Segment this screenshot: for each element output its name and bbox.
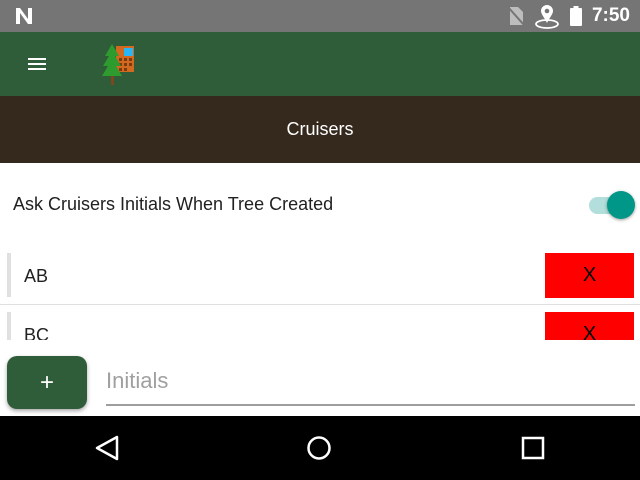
row-accent: [7, 312, 11, 340]
ask-initials-label: Ask Cruisers Initials When Tree Created: [13, 194, 334, 214]
app-toolbar: [0, 32, 640, 96]
row-accent: [7, 253, 11, 297]
status-time: 7:50: [591, 5, 630, 26]
cruiser-initials: AB: [24, 266, 49, 286]
battery-icon: [569, 6, 582, 26]
delete-cruiser-button[interactable]: X: [545, 312, 634, 340]
n-notification-icon: [16, 8, 32, 24]
status-icons: 7:50: [507, 0, 630, 32]
recents-icon[interactable]: [515, 430, 551, 466]
home-icon[interactable]: [301, 430, 337, 466]
add-cruiser-row: +: [0, 340, 640, 416]
ask-initials-toggle[interactable]: [589, 191, 635, 219]
list-item: BC X: [0, 308, 640, 340]
system-nav-bar: [0, 416, 640, 480]
delete-cruiser-button[interactable]: X: [545, 253, 634, 298]
add-cruiser-button[interactable]: +: [7, 356, 87, 409]
list-item: AB X: [0, 249, 640, 305]
back-icon[interactable]: [89, 430, 125, 466]
status-bar: 7:50: [0, 0, 640, 32]
page-header: Cruisers: [0, 96, 640, 163]
toggle-thumb: [607, 191, 635, 219]
no-sim-icon: [507, 6, 524, 26]
location-icon: [535, 5, 559, 29]
hamburger-menu-icon[interactable]: [24, 52, 52, 76]
cruiser-list[interactable]: AB X BC X: [0, 249, 640, 340]
page-title: Cruisers: [286, 119, 354, 139]
divider: [0, 304, 640, 305]
cruiser-initials: BC: [24, 325, 50, 340]
initials-input[interactable]: [106, 358, 635, 406]
tree-building-logo-icon: [102, 44, 134, 85]
ask-initials-setting: Ask Cruisers Initials When Tree Created: [0, 163, 640, 249]
